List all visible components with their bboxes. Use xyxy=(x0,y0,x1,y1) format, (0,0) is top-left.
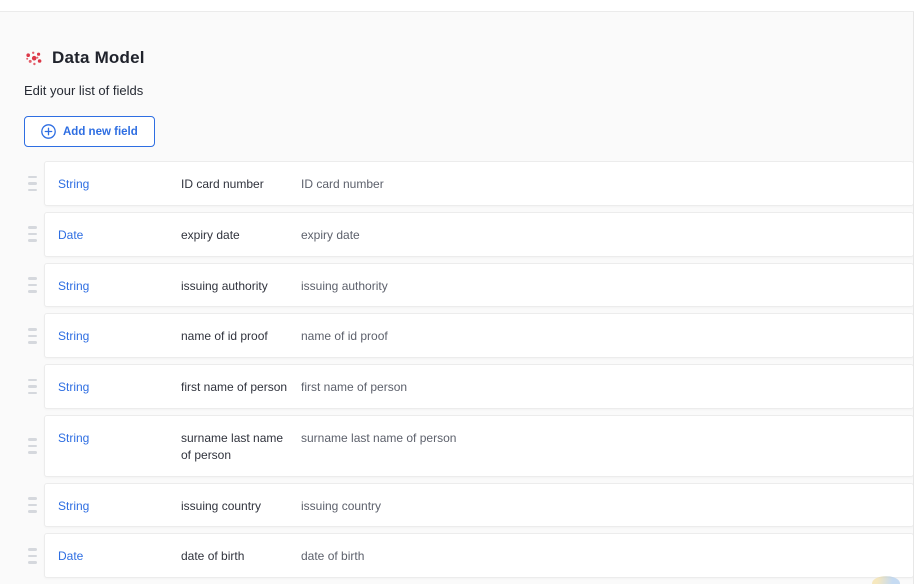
page-header: Data Model xyxy=(24,48,914,68)
field-card: Date date of birth date of birth xyxy=(44,533,914,578)
drag-handle-icon[interactable] xyxy=(24,415,44,477)
field-row[interactable]: String issuing country issuing country xyxy=(0,483,914,528)
field-card: Date expiry date expiry date xyxy=(44,212,914,257)
field-description: expiry date xyxy=(301,227,897,244)
field-type-link[interactable]: String xyxy=(58,278,181,295)
add-new-field-button[interactable]: Add new field xyxy=(24,116,155,147)
field-card: String issuing authority issuing authori… xyxy=(44,263,914,308)
field-description: surname last name of person xyxy=(301,430,897,447)
field-row[interactable]: String issuing authority issuing authori… xyxy=(0,263,914,308)
field-description: date of birth xyxy=(301,548,897,565)
field-row[interactable]: String surname last name of person surna… xyxy=(0,415,914,477)
chat-widget-peek[interactable] xyxy=(872,576,900,584)
top-bar xyxy=(0,0,914,12)
field-card: String ID card number ID card number xyxy=(44,161,914,206)
field-row[interactable]: String name of id proof name of id proof xyxy=(0,313,914,358)
field-name: surname last name of person xyxy=(181,430,301,464)
data-model-dots-icon xyxy=(24,49,43,68)
field-type-link[interactable]: String xyxy=(58,176,181,193)
field-list: String ID card number ID card number Dat… xyxy=(0,161,914,578)
field-description: ID card number xyxy=(301,176,897,193)
add-new-field-label: Add new field xyxy=(63,126,138,138)
field-name: date of birth xyxy=(181,548,301,565)
field-type-link[interactable]: String xyxy=(58,328,181,345)
field-name: issuing country xyxy=(181,498,301,515)
field-description: issuing authority xyxy=(301,278,897,295)
field-card: String first name of person first name o… xyxy=(44,364,914,409)
field-type-link[interactable]: String xyxy=(58,379,181,396)
field-name: first name of person xyxy=(181,379,301,396)
field-card: String name of id proof name of id proof xyxy=(44,313,914,358)
drag-handle-icon[interactable] xyxy=(24,212,44,257)
field-type-link[interactable]: Date xyxy=(58,227,181,244)
drag-handle-icon[interactable] xyxy=(24,483,44,528)
field-row[interactable]: String ID card number ID card number xyxy=(0,161,914,206)
field-description: first name of person xyxy=(301,379,897,396)
field-row[interactable]: String first name of person first name o… xyxy=(0,364,914,409)
field-row[interactable]: Date expiry date expiry date xyxy=(0,212,914,257)
page-subtitle: Edit your list of fields xyxy=(24,83,914,98)
drag-handle-icon[interactable] xyxy=(24,161,44,206)
field-card: String issuing country issuing country xyxy=(44,483,914,528)
field-description: issuing country xyxy=(301,498,897,515)
drag-handle-icon[interactable] xyxy=(24,533,44,578)
field-name: name of id proof xyxy=(181,328,301,345)
page-title: Data Model xyxy=(52,48,145,68)
field-name: ID card number xyxy=(181,176,301,193)
field-type-link[interactable]: String xyxy=(58,498,181,515)
drag-handle-icon[interactable] xyxy=(24,313,44,358)
field-name: issuing authority xyxy=(181,278,301,295)
drag-handle-icon[interactable] xyxy=(24,364,44,409)
field-type-link[interactable]: Date xyxy=(58,548,181,565)
field-description: name of id proof xyxy=(301,328,897,345)
data-model-page: Data Model Edit your list of fields Add … xyxy=(0,12,914,584)
field-card: String surname last name of person surna… xyxy=(44,415,914,477)
field-name: expiry date xyxy=(181,227,301,244)
field-row[interactable]: Date date of birth date of birth xyxy=(0,533,914,578)
plus-circle-icon xyxy=(41,124,56,139)
field-type-link[interactable]: String xyxy=(58,430,181,447)
drag-handle-icon[interactable] xyxy=(24,263,44,308)
